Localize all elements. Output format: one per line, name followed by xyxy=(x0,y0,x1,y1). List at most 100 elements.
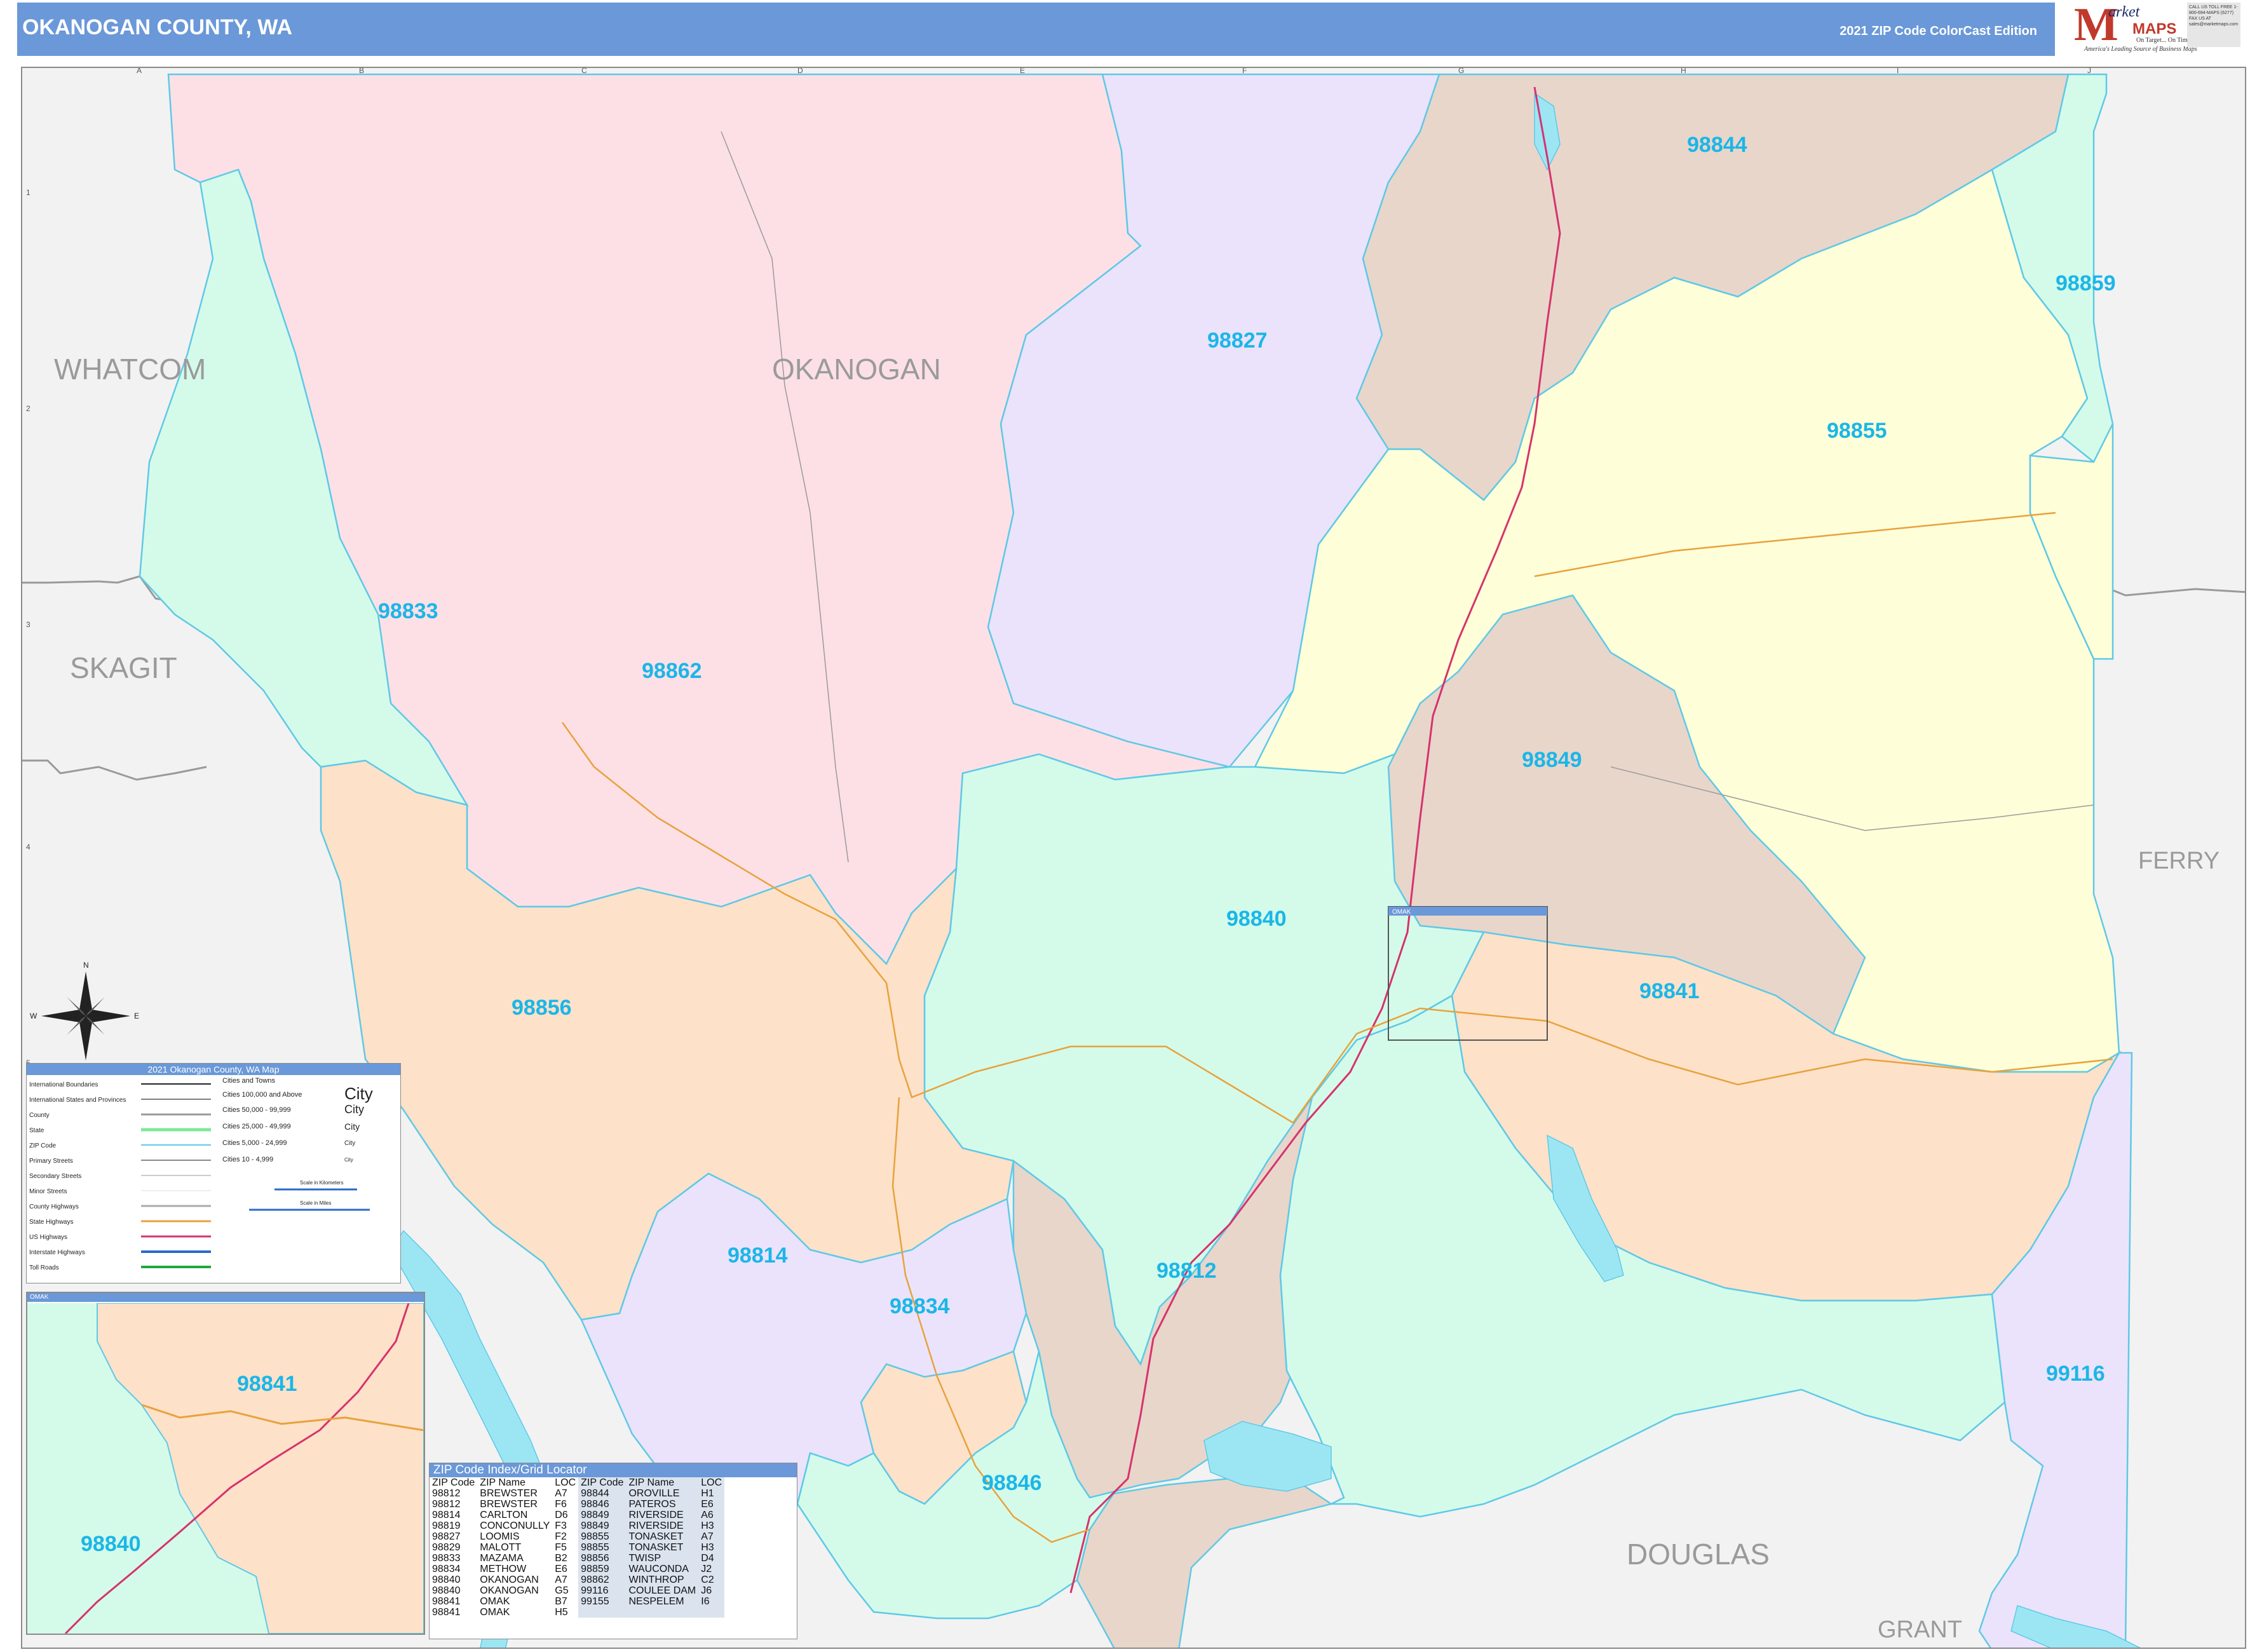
legend-line-label: Interstate Highways xyxy=(29,1249,85,1256)
legend-line-label: County Highways xyxy=(29,1203,79,1210)
grid-col-b-top: B xyxy=(359,68,364,75)
index-cell: A7 xyxy=(555,1488,567,1499)
index-cell: 98862 xyxy=(578,1574,627,1585)
index-cell: 98859 xyxy=(578,1564,627,1574)
grid-row-3: 3 xyxy=(26,620,30,629)
grid-col-h-top: H xyxy=(1681,68,1686,75)
index-header-cell: LOC xyxy=(555,1477,576,1488)
logo-word-maps: MAPS xyxy=(2132,20,2177,37)
index-cell: BREWSTER xyxy=(480,1488,538,1499)
index-cell: 98829 xyxy=(432,1542,461,1553)
grid-row-1: 1 xyxy=(26,188,30,197)
index-row: 98812 BREWSTER F6 98846 PATEROS E6 xyxy=(430,1499,725,1510)
index-row: 98840 OKANOGAN A7 98862 WINTHROP C2 xyxy=(430,1574,725,1585)
legend-line-label: State Highways xyxy=(29,1219,73,1226)
index-cell xyxy=(698,1607,725,1618)
index-cell: METHOW xyxy=(480,1564,527,1574)
legend-line-label: ZIP Code xyxy=(29,1142,56,1149)
index-cell: WAUCONDA xyxy=(626,1564,699,1574)
index-header-row: ZIP Code ZIP Name LOC ZIP Code ZIP Name … xyxy=(430,1477,725,1488)
index-cell: 98844 xyxy=(578,1488,627,1499)
index-cell: WINTHROP xyxy=(626,1574,699,1585)
zip-label-98856: 98856 xyxy=(512,996,572,1020)
compass-w-label: W xyxy=(30,1012,37,1020)
index-cell: 98840 xyxy=(432,1585,461,1596)
legend-city-sample: City xyxy=(344,1157,353,1163)
index-cell: TWISP xyxy=(626,1553,699,1564)
index-cell: COULEE DAM xyxy=(626,1585,699,1596)
index-cell: TONASKET xyxy=(626,1542,699,1553)
index-cell: 98814 xyxy=(432,1510,461,1520)
index-cell: H5 xyxy=(555,1607,568,1618)
grid-row-4: 4 xyxy=(26,843,30,851)
legend-line-label: Primary Streets xyxy=(29,1158,73,1165)
index-cell: 99155 xyxy=(578,1596,627,1607)
index-cell: 98849 xyxy=(578,1510,627,1520)
legend-line-samples xyxy=(141,1083,211,1268)
county-label-douglas: DOUGLAS xyxy=(1627,1538,1770,1571)
index-cell: D6 xyxy=(555,1510,568,1520)
index-cell: 98812 xyxy=(432,1499,461,1510)
map-title: OKANOGAN COUNTY, WA xyxy=(22,15,292,39)
zip-label-98844: 98844 xyxy=(1687,133,1747,157)
index-cell: 99116 xyxy=(578,1585,627,1596)
county-label-skagit: SKAGIT xyxy=(70,651,177,684)
index-cell: H3 xyxy=(698,1520,725,1531)
index-cell: RIVERSIDE xyxy=(626,1510,699,1520)
omak-inset-map[interactable]: OMAK 98841 98840 xyxy=(26,1292,425,1635)
index-cell: 98841 xyxy=(432,1596,461,1607)
index-row: 98829 MALOTT F5 98855 TONASKET H3 xyxy=(430,1542,725,1553)
zip-label-98859: 98859 xyxy=(2056,271,2116,295)
legend-city-label: Cities 25,000 - 49,999 xyxy=(222,1123,291,1130)
zip-label-98846: 98846 xyxy=(982,1471,1042,1495)
grid-col-g-top: G xyxy=(1458,68,1464,75)
logo-word-market: arket xyxy=(2108,4,2140,20)
index-cell: 98840 xyxy=(432,1574,461,1585)
county-label-grant: GRANT xyxy=(1878,1616,1962,1643)
index-cell xyxy=(578,1607,627,1618)
index-cell: G5 xyxy=(555,1585,569,1596)
header-bar: OKANOGAN COUNTY, WA 2021 ZIP Code ColorC… xyxy=(17,3,2055,56)
legend-cities: Cities and Towns Cities 100,000 and Abov… xyxy=(222,1077,373,1211)
index-cell: D4 xyxy=(698,1553,725,1564)
zip-label-98840: 98840 xyxy=(1226,907,1287,931)
legend-body: International Boundaries International S… xyxy=(29,1077,373,1271)
legend-city-label: Cities 100,000 and Above xyxy=(222,1091,302,1099)
legend-line-label: State xyxy=(29,1127,44,1134)
index-row: 98840 OKANOGAN G5 99116 COULEE DAM J6 xyxy=(430,1585,725,1596)
legend-scale-mi: Scale in Miles xyxy=(300,1200,331,1206)
index-cell: 98856 xyxy=(578,1553,627,1564)
logo-contact: CALL US TOLL FREE 1-800-694-MAPS (6277) … xyxy=(2187,3,2240,47)
edition-label: 2021 ZIP Code ColorCast Edition xyxy=(1840,24,2037,38)
zip-label-98833: 98833 xyxy=(378,599,438,623)
market-maps-logo: M arket MAPS On Target... On Time. Ameri… xyxy=(2073,0,2244,58)
index-cell: 98827 xyxy=(432,1531,461,1542)
index-header-cell: ZIP Code xyxy=(432,1477,475,1488)
index-cell: 98812 xyxy=(432,1488,461,1499)
index-cell: TONASKET xyxy=(626,1531,699,1542)
legend-city-label: Cities 10 - 4,999 xyxy=(222,1156,273,1163)
index-cell: 98833 xyxy=(432,1553,461,1564)
zip-label-98814: 98814 xyxy=(728,1243,788,1268)
logo-tagline: On Target... On Time. xyxy=(2136,37,2192,44)
county-label-ferry: FERRY xyxy=(2138,848,2220,874)
index-cell: A6 xyxy=(698,1510,725,1520)
index-cell: A7 xyxy=(698,1531,725,1542)
grid-col-f-top: F xyxy=(1242,68,1247,75)
index-header-cell: LOC xyxy=(698,1477,725,1488)
legend-title: 2021 Okanogan County, WA Map xyxy=(27,1064,400,1075)
index-cell: C2 xyxy=(698,1574,725,1585)
index-cell: CONCONULLY xyxy=(480,1520,550,1531)
index-cell: A7 xyxy=(555,1574,567,1585)
index-cell: 98855 xyxy=(578,1542,627,1553)
zip-code-index: ZIP Code Index/Grid Locator ZIP Code ZIP… xyxy=(429,1463,797,1639)
index-cell: F5 xyxy=(555,1542,567,1553)
index-cell: B7 xyxy=(555,1596,567,1607)
legend-city-sample: City xyxy=(344,1121,360,1132)
inset-zip-label-98841: 98841 xyxy=(237,1372,297,1396)
compass-n-label: N xyxy=(83,961,89,970)
index-row: 98819 CONCONULLY F3 98849 RIVERSIDE H3 xyxy=(430,1520,725,1531)
grid-col-i-top: I xyxy=(1897,68,1899,75)
index-table: ZIP Code ZIP Name LOC ZIP Code ZIP Name … xyxy=(430,1477,725,1618)
index-cell: CARLTON xyxy=(480,1510,528,1520)
